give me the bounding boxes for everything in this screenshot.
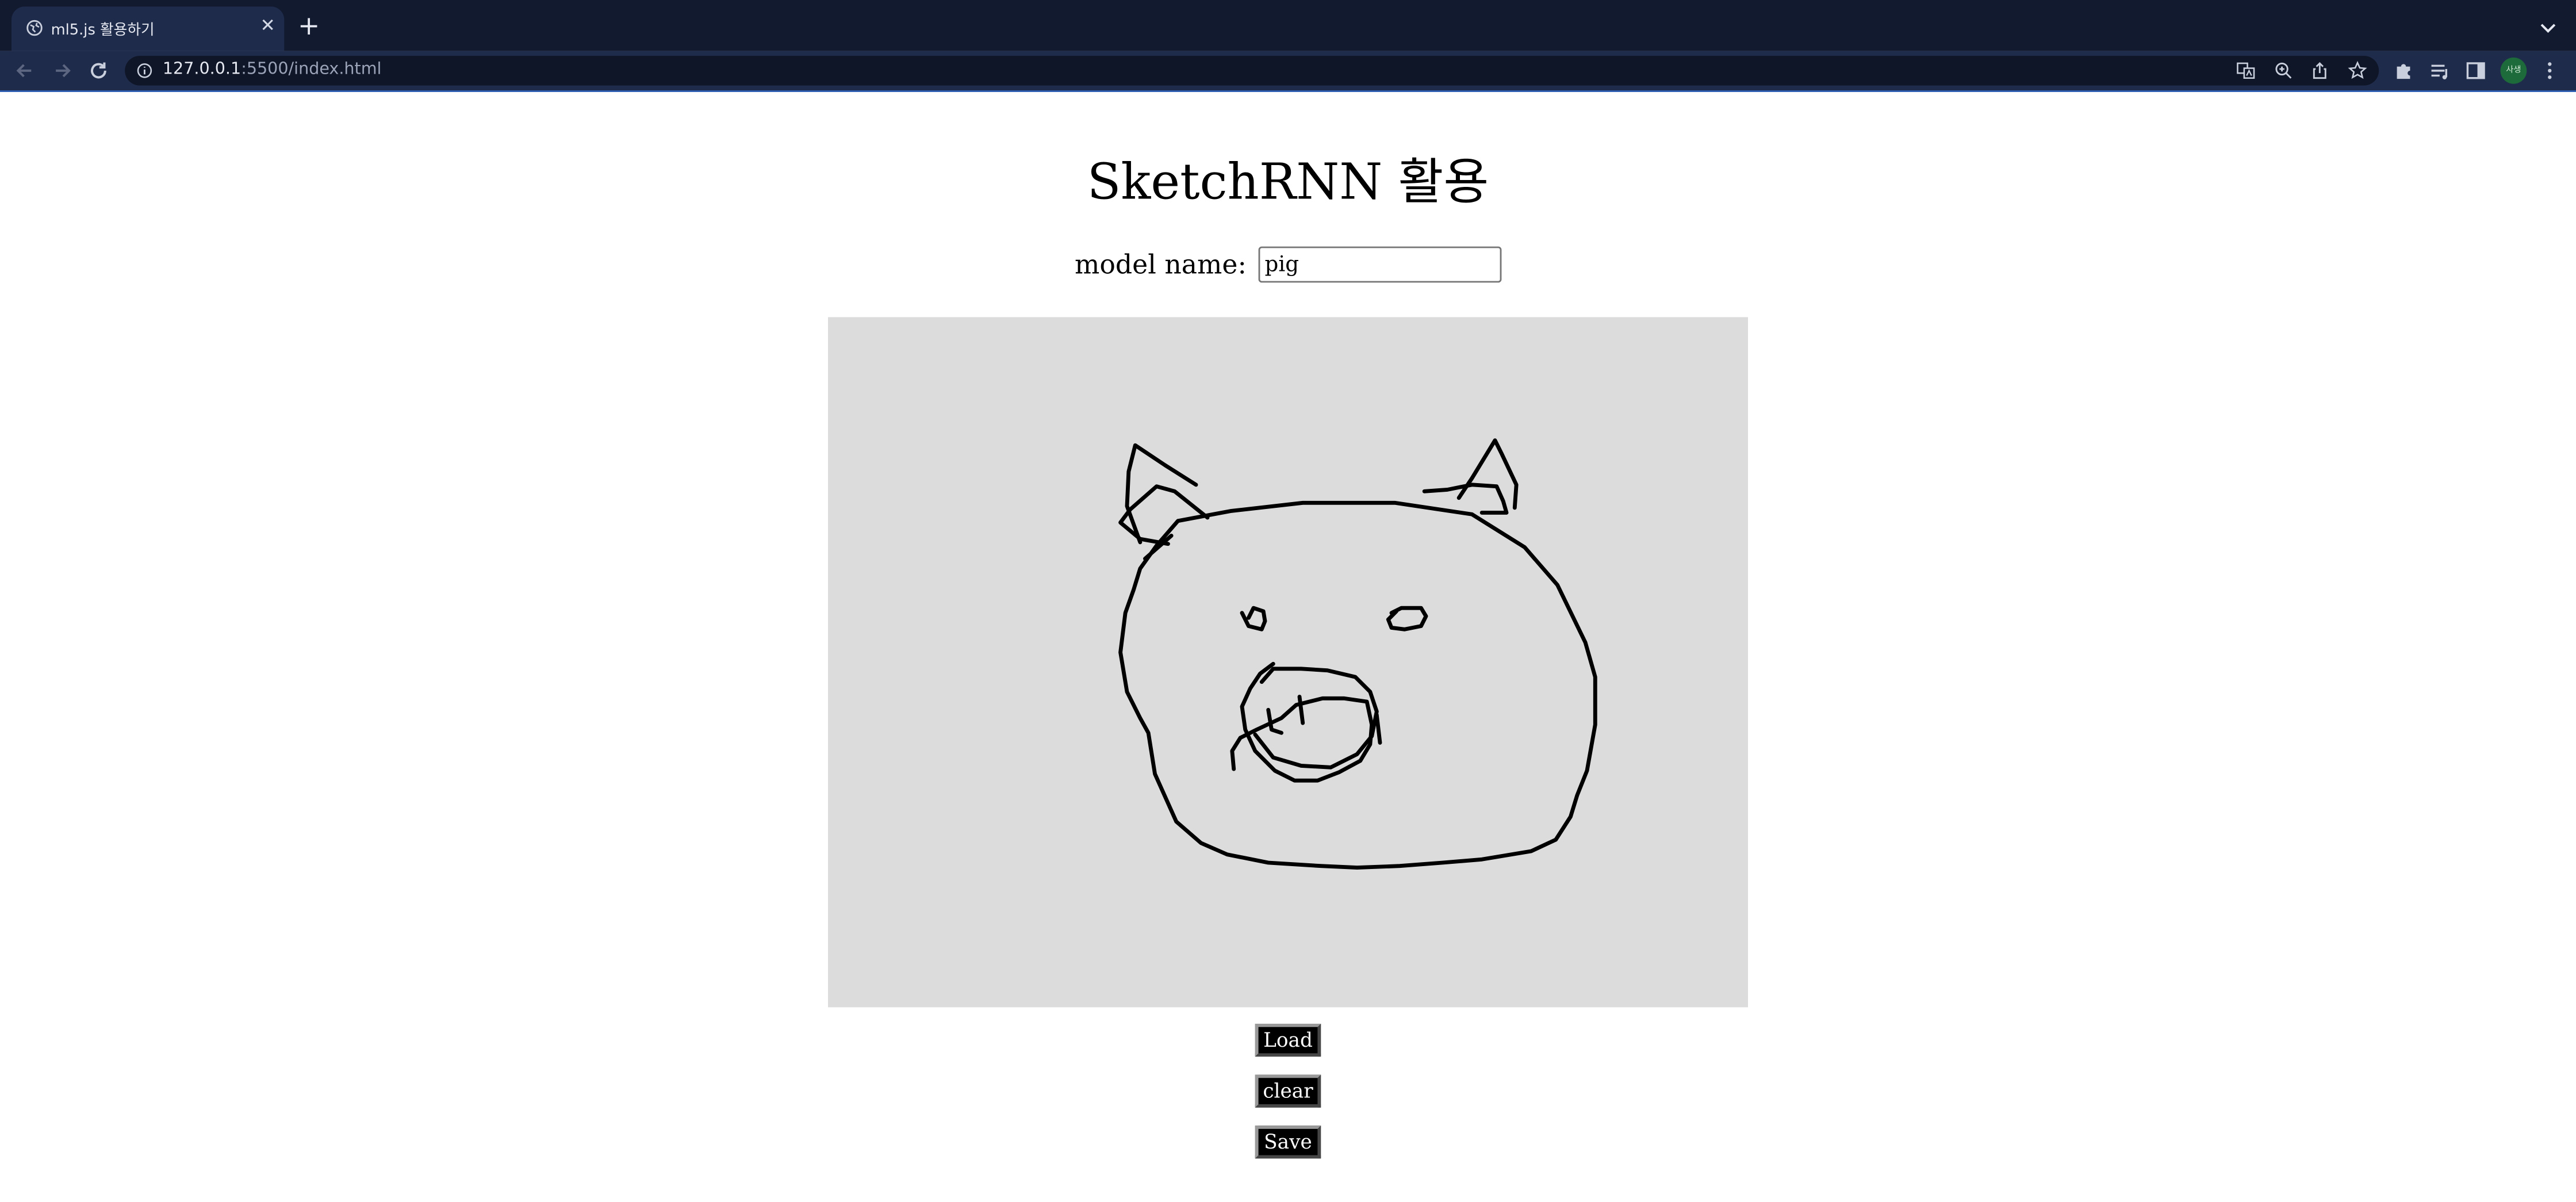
url-path: :5500/index.html <box>241 60 382 79</box>
tab-title: ml5.js 활용하기 <box>51 23 155 40</box>
extensions-puzzle-icon[interactable] <box>2392 59 2415 82</box>
forward-arrow-icon[interactable] <box>51 59 74 82</box>
model-name-row: model name: <box>0 246 2576 283</box>
share-icon[interactable] <box>2310 61 2329 81</box>
reload-icon[interactable] <box>87 59 110 82</box>
browser-tab[interactable]: ml5.js 활용하기 ✕ <box>12 6 285 51</box>
globe-icon <box>26 20 43 36</box>
bookmark-star-icon[interactable] <box>2348 61 2367 81</box>
browser-toolbar: 127.0.0.1:5500/index.html 사생 <box>0 51 2576 92</box>
tab-close-icon[interactable]: ✕ <box>259 16 276 36</box>
info-icon[interactable] <box>136 63 153 79</box>
page-title: SketchRNN 활용 <box>1087 154 1489 212</box>
profile-avatar[interactable]: 사생 <box>2500 58 2527 84</box>
address-bar[interactable]: 127.0.0.1:5500/index.html <box>125 56 2379 86</box>
new-tab-icon[interactable]: + <box>297 12 320 39</box>
url-host: 127.0.0.1 <box>162 60 241 79</box>
sketch-canvas[interactable] <box>828 317 1748 1008</box>
tab-strip: ml5.js 활용하기 ✕ + <box>0 0 2576 51</box>
model-name-label: model name: <box>1075 248 1247 281</box>
chevron-down-icon[interactable] <box>2536 17 2559 40</box>
media-queue-icon[interactable] <box>2428 59 2451 82</box>
pig-sketch-drawing <box>1118 438 1597 870</box>
page-content: SketchRNN 활용 model name: pig Load clear … <box>0 92 2576 1201</box>
side-panel-icon[interactable] <box>2464 59 2487 82</box>
translate-icon[interactable] <box>2236 61 2256 81</box>
clear-button[interactable]: clear <box>1255 1074 1321 1108</box>
back-arrow-icon[interactable] <box>13 59 36 82</box>
zoom-icon[interactable] <box>2274 61 2293 81</box>
save-button[interactable]: Save <box>1255 1126 1321 1159</box>
load-button[interactable]: Load <box>1255 1024 1321 1057</box>
more-vertical-icon[interactable] <box>2538 59 2561 82</box>
url-text: 127.0.0.1:5500/index.html <box>163 61 382 81</box>
model-name-input[interactable] <box>1258 246 1501 283</box>
